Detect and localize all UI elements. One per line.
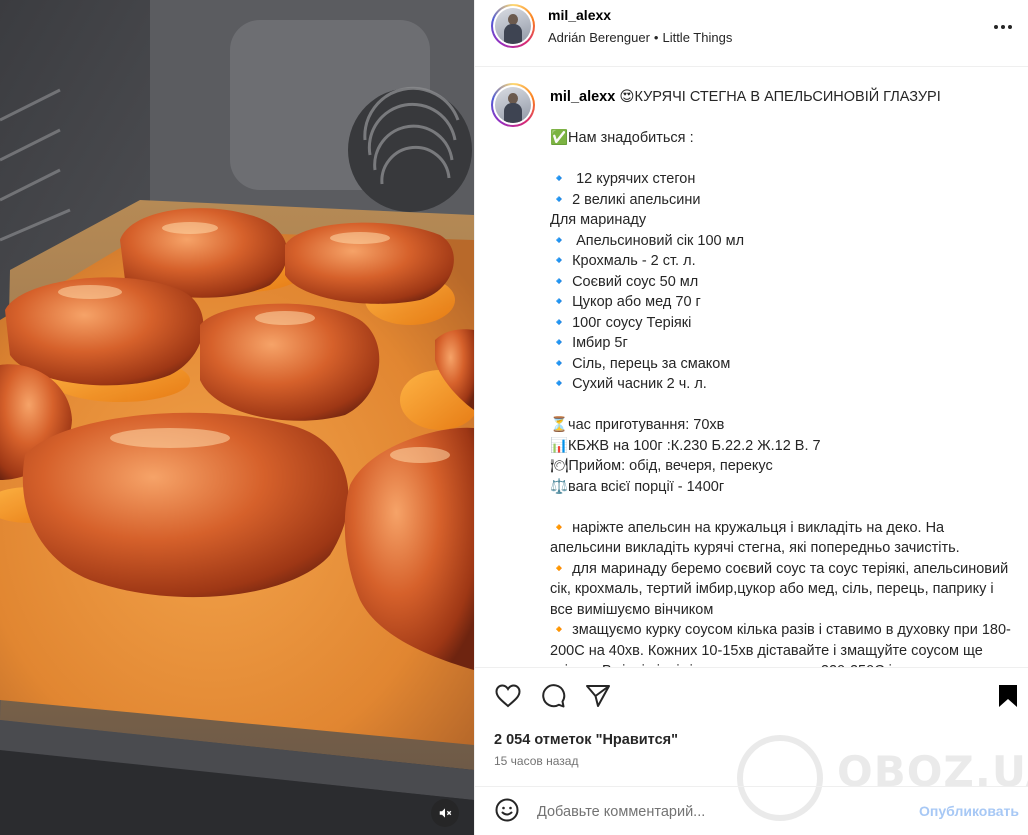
like-button[interactable] <box>494 683 522 713</box>
post-media-video[interactable] <box>0 0 474 835</box>
heart-icon <box>495 683 521 713</box>
caption-body: 😍КУРЯЧІ СТЕГНА В АПЕЛЬСИНОВІЙ ГЛАЗУРІ ✅Н… <box>550 89 1011 667</box>
likes-count[interactable]: 2 054 отметок "Нравится" <box>494 732 678 748</box>
post-timestamp[interactable]: 15 часов назад <box>494 754 578 768</box>
audio-title[interactable]: Little Things <box>662 30 732 45</box>
video-frame-image <box>0 0 474 835</box>
share-button[interactable] <box>584 684 612 712</box>
caption-avatar[interactable] <box>491 83 535 127</box>
save-button[interactable] <box>994 684 1022 712</box>
avatar[interactable] <box>491 4 535 48</box>
header-username[interactable]: mil_alexx <box>548 7 611 23</box>
more-icon <box>993 17 1013 35</box>
mute-icon <box>438 806 452 820</box>
caption-text: mil_alexx 😍КУРЯЧІ СТЕГНА В АПЕЛЬСИНОВІЙ … <box>550 87 1012 667</box>
smiley-icon <box>495 798 519 827</box>
post-details-panel: mil_alexx Adrián Berenguer • Little Things… <box>474 0 1028 835</box>
more-options-button[interactable] <box>991 14 1015 38</box>
comment-bar: Опубликовать <box>475 786 1028 835</box>
post-actions <box>475 667 1028 727</box>
comment-icon <box>540 683 566 714</box>
send-icon <box>585 683 611 714</box>
bookmark-icon <box>997 683 1019 714</box>
publish-button[interactable]: Опубликовать <box>919 803 1019 819</box>
audio-separator: • <box>653 30 659 45</box>
emoji-button[interactable] <box>494 798 520 827</box>
audio-attribution: Adrián Berenguer • Little Things <box>548 30 732 45</box>
caption-username[interactable]: mil_alexx <box>550 89 615 105</box>
comment-button[interactable] <box>539 683 567 714</box>
comment-input[interactable] <box>537 800 897 824</box>
caption-scroll-area[interactable]: mil_alexx 😍КУРЯЧІ СТЕГНА В АПЕЛЬСИНОВІЙ … <box>475 67 1028 667</box>
audio-artist[interactable]: Adrián Berenguer <box>548 30 650 45</box>
post-header: mil_alexx Adrián Berenguer • Little Things <box>475 0 1028 67</box>
mute-button[interactable] <box>431 799 459 827</box>
